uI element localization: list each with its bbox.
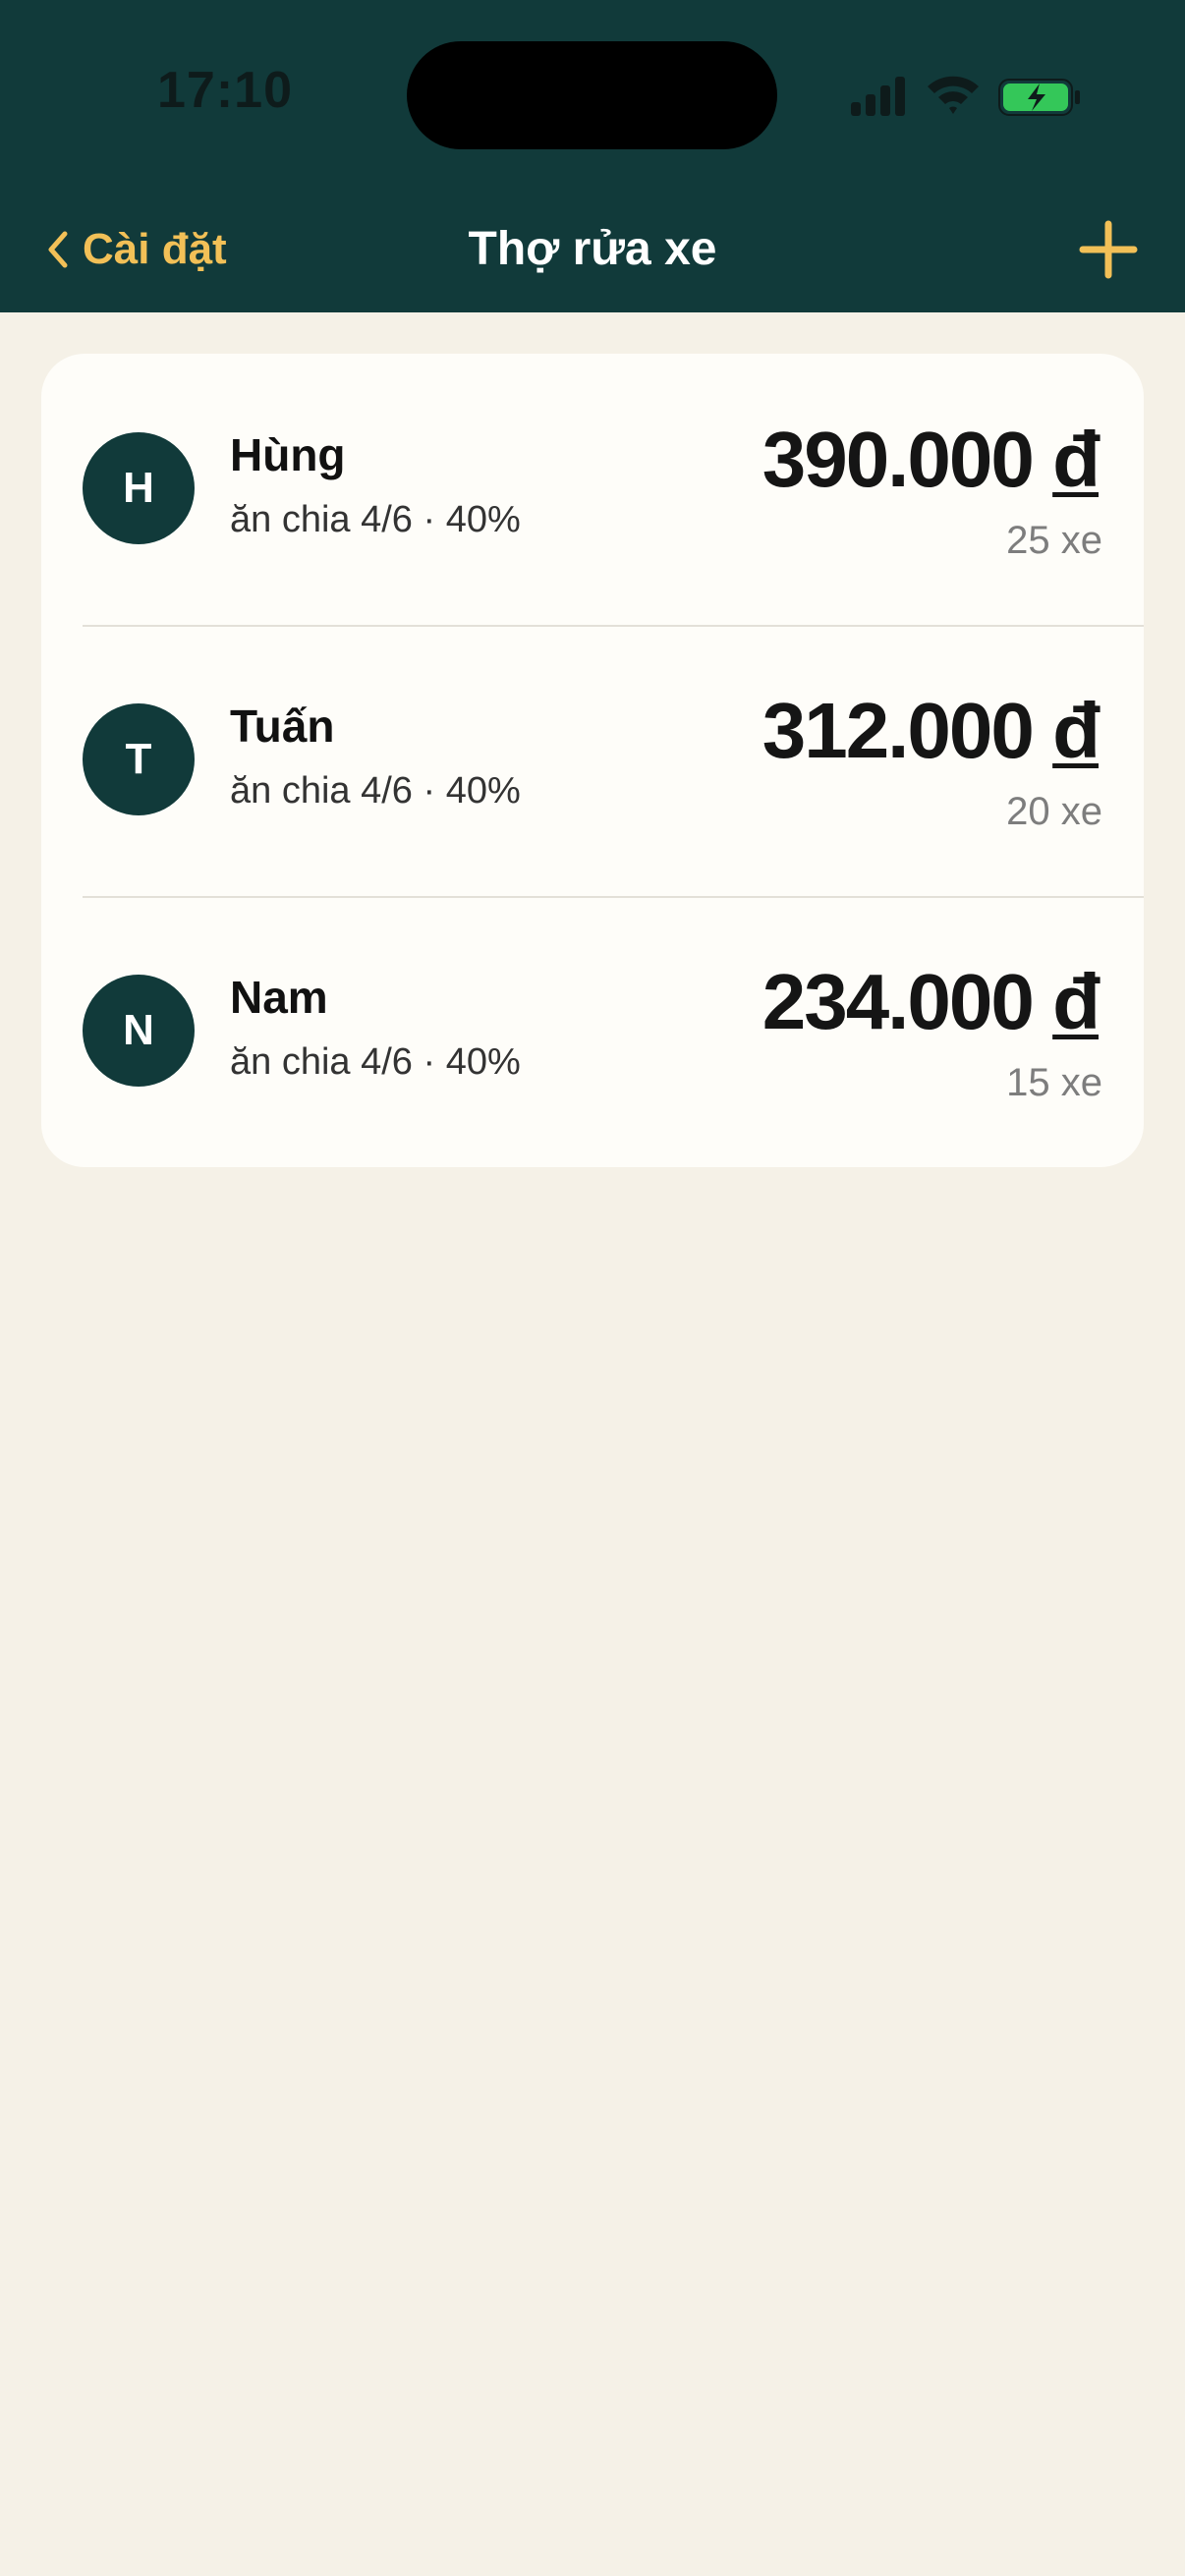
battery-charging-icon	[998, 79, 1080, 116]
worker-amount: 234.000 đ	[762, 957, 1100, 1047]
worker-name: Nam	[230, 972, 328, 1023]
currency-symbol: đ	[1052, 958, 1100, 1045]
dynamic-island	[407, 41, 777, 149]
worker-name: Tuấn	[230, 700, 335, 752]
car-count: 25 xe	[1006, 519, 1102, 562]
car-count: 15 xe	[1006, 1061, 1102, 1104]
amount-value: 234.000	[762, 958, 1035, 1045]
currency-symbol: đ	[1052, 416, 1100, 503]
amount-value: 390.000	[762, 416, 1035, 503]
header-bar: 17:10 Cài đặt Thợ rửa xe	[0, 0, 1185, 312]
wifi-icon	[928, 76, 979, 114]
status-time: 17:10	[157, 62, 293, 119]
avatar: T	[83, 703, 195, 815]
worker-share: ăn chia 4/6 · 40%	[230, 1041, 521, 1083]
worker-row[interactable]: H Hùng ăn chia 4/6 · 40% 390.000 đ 25 xe	[41, 354, 1144, 625]
currency-symbol: đ	[1052, 687, 1100, 774]
back-button-label: Cài đặt	[83, 225, 227, 273]
avatar: N	[83, 975, 195, 1087]
worker-share: ăn chia 4/6 · 40%	[230, 770, 521, 812]
worker-amount: 312.000 đ	[762, 686, 1100, 776]
screen: 17:10 Cài đặt Thợ rửa xe H Hùng ăn chia …	[0, 0, 1185, 2576]
amount-value: 312.000	[762, 687, 1035, 774]
worker-share: ăn chia 4/6 · 40%	[230, 499, 521, 540]
worker-name: Hùng	[230, 429, 346, 480]
worker-row[interactable]: T Tuấn ăn chia 4/6 · 40% 312.000 đ 20 xe	[41, 625, 1144, 896]
worker-list: H Hùng ăn chia 4/6 · 40% 390.000 đ 25 xe…	[41, 354, 1144, 1167]
worker-row[interactable]: N Nam ăn chia 4/6 · 40% 234.000 đ 15 xe	[41, 896, 1144, 1167]
worker-amount: 390.000 đ	[762, 415, 1100, 505]
car-count: 20 xe	[1006, 790, 1102, 833]
cellular-signal-icon	[851, 77, 905, 116]
add-worker-button[interactable]	[1077, 218, 1140, 281]
chevron-left-icon	[48, 231, 68, 268]
avatar: H	[83, 432, 195, 544]
back-button[interactable]: Cài đặt	[47, 218, 227, 281]
